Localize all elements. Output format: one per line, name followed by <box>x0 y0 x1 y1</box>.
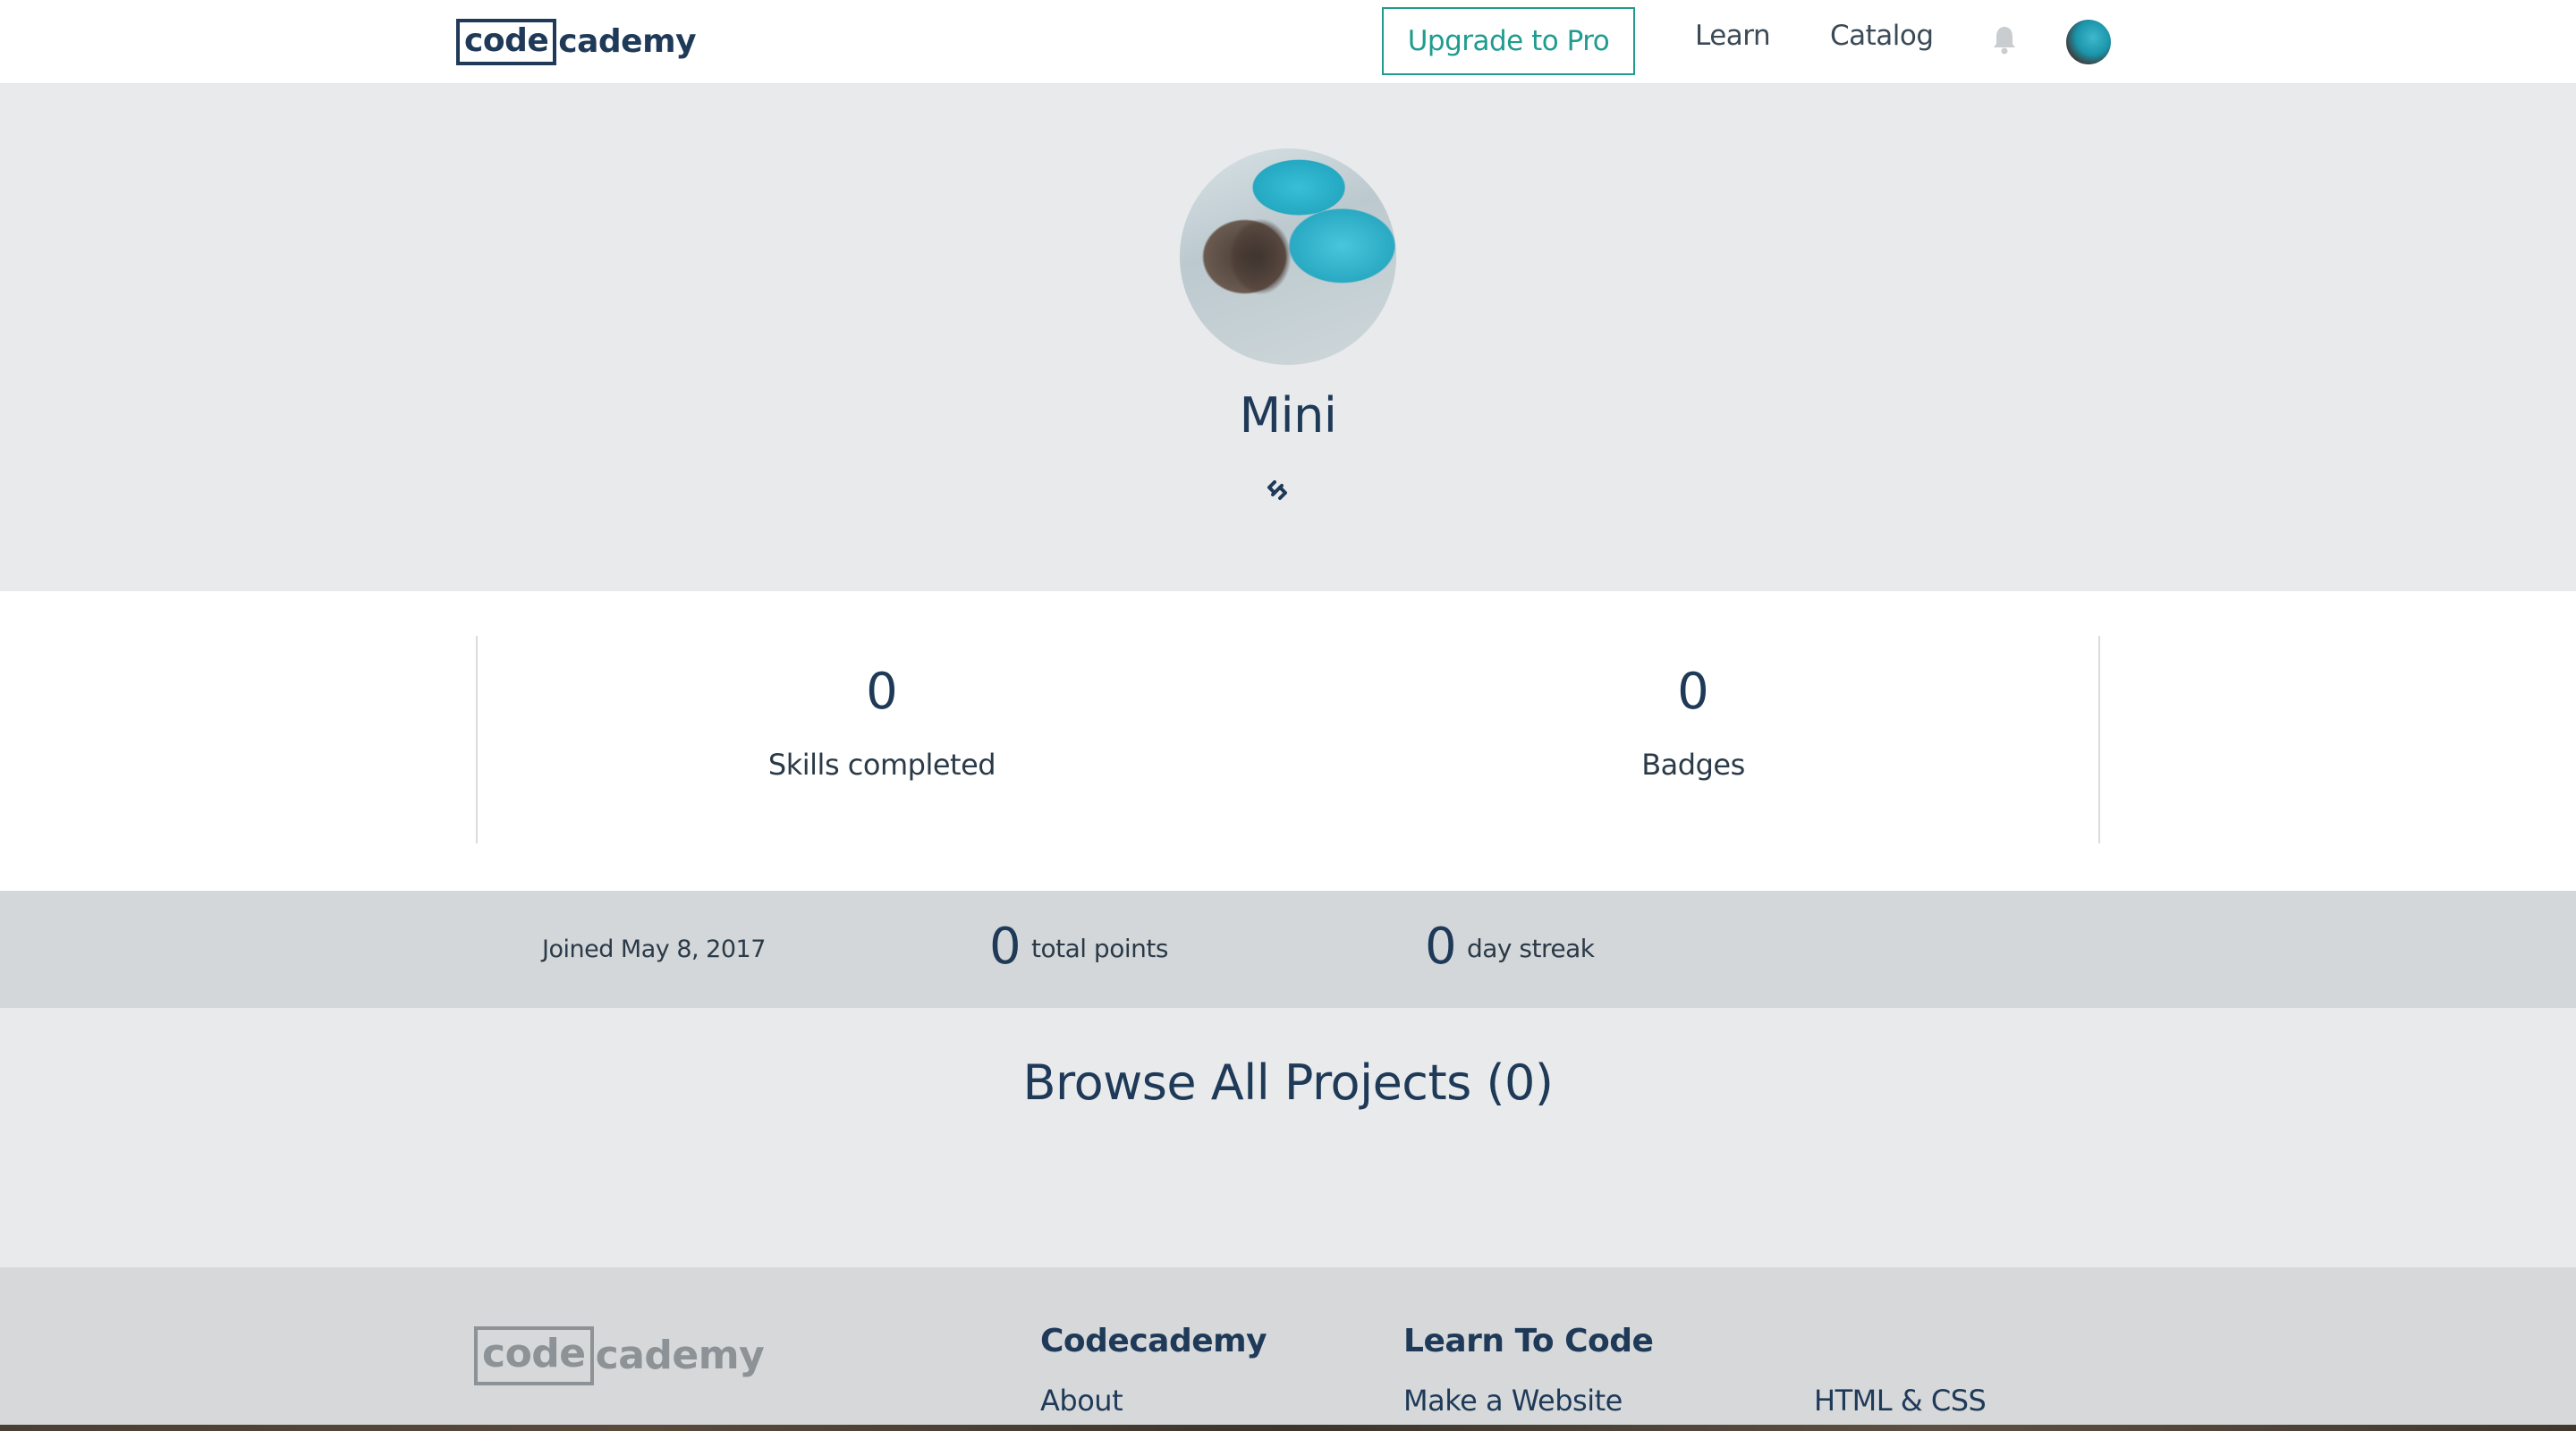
stats-divider-right <box>2098 636 2100 843</box>
link-icon[interactable] <box>1261 474 1293 506</box>
user-avatar[interactable] <box>2066 20 2111 64</box>
footer-logo[interactable]: code cademy <box>474 1326 765 1385</box>
total-points-label: total points <box>1031 934 1168 963</box>
bell-icon[interactable] <box>1991 24 2018 56</box>
stats-divider-left <box>476 636 478 843</box>
browse-all-projects-link[interactable]: Browse All Projects (0) <box>0 1054 2576 1111</box>
footer-bottom-strip <box>0 1425 2576 1431</box>
profile-info-bar: Joined May 8, 2017 0 total points 0 day … <box>0 891 2576 1008</box>
nav-link-learn[interactable]: Learn <box>1695 20 1771 52</box>
badges-label: Badges <box>1641 748 1745 782</box>
top-nav-bar: code cademy Upgrade to Pro Learn Catalog <box>0 0 2576 84</box>
logo-rest-text: cademy <box>558 23 697 60</box>
footer-link-about[interactable]: About <box>1040 1384 1123 1418</box>
logo-boxed-text: code <box>456 19 557 65</box>
day-streak-value: 0 <box>1425 918 1457 976</box>
profile-photo <box>1180 148 1396 365</box>
nav-link-catalog[interactable]: Catalog <box>1830 20 1934 52</box>
codecademy-logo[interactable]: code cademy <box>456 16 697 68</box>
footer-heading-learn-to-code: Learn To Code <box>1403 1323 1654 1359</box>
footer-link-html-css[interactable]: HTML & CSS <box>1814 1384 1987 1418</box>
stats-panel: 0 Skills completed 0 Badges <box>0 591 2576 891</box>
upgrade-to-pro-button[interactable]: Upgrade to Pro <box>1382 7 1635 75</box>
footer-logo-rest-text: cademy <box>595 1333 765 1378</box>
footer-link-make-a-website[interactable]: Make a Website <box>1403 1384 1623 1418</box>
projects-section: Browse All Projects (0) <box>0 1008 2576 1267</box>
total-points-value: 0 <box>989 918 1021 976</box>
profile-hero: Mini <box>0 85 2576 591</box>
skills-completed-count: 0 <box>866 663 898 721</box>
profile-photo-face <box>1229 218 1292 295</box>
footer: code cademy Codecademy About Learn To Cod… <box>0 1267 2576 1425</box>
footer-logo-boxed-text: code <box>474 1326 594 1385</box>
skills-completed-label: Skills completed <box>767 748 996 782</box>
badges-count: 0 <box>1677 663 1709 721</box>
profile-name: Mini <box>1239 387 1337 444</box>
footer-heading-codecademy: Codecademy <box>1040 1323 1267 1359</box>
day-streak-label: day streak <box>1467 934 1595 963</box>
joined-date: Joined May 8, 2017 <box>542 936 766 963</box>
